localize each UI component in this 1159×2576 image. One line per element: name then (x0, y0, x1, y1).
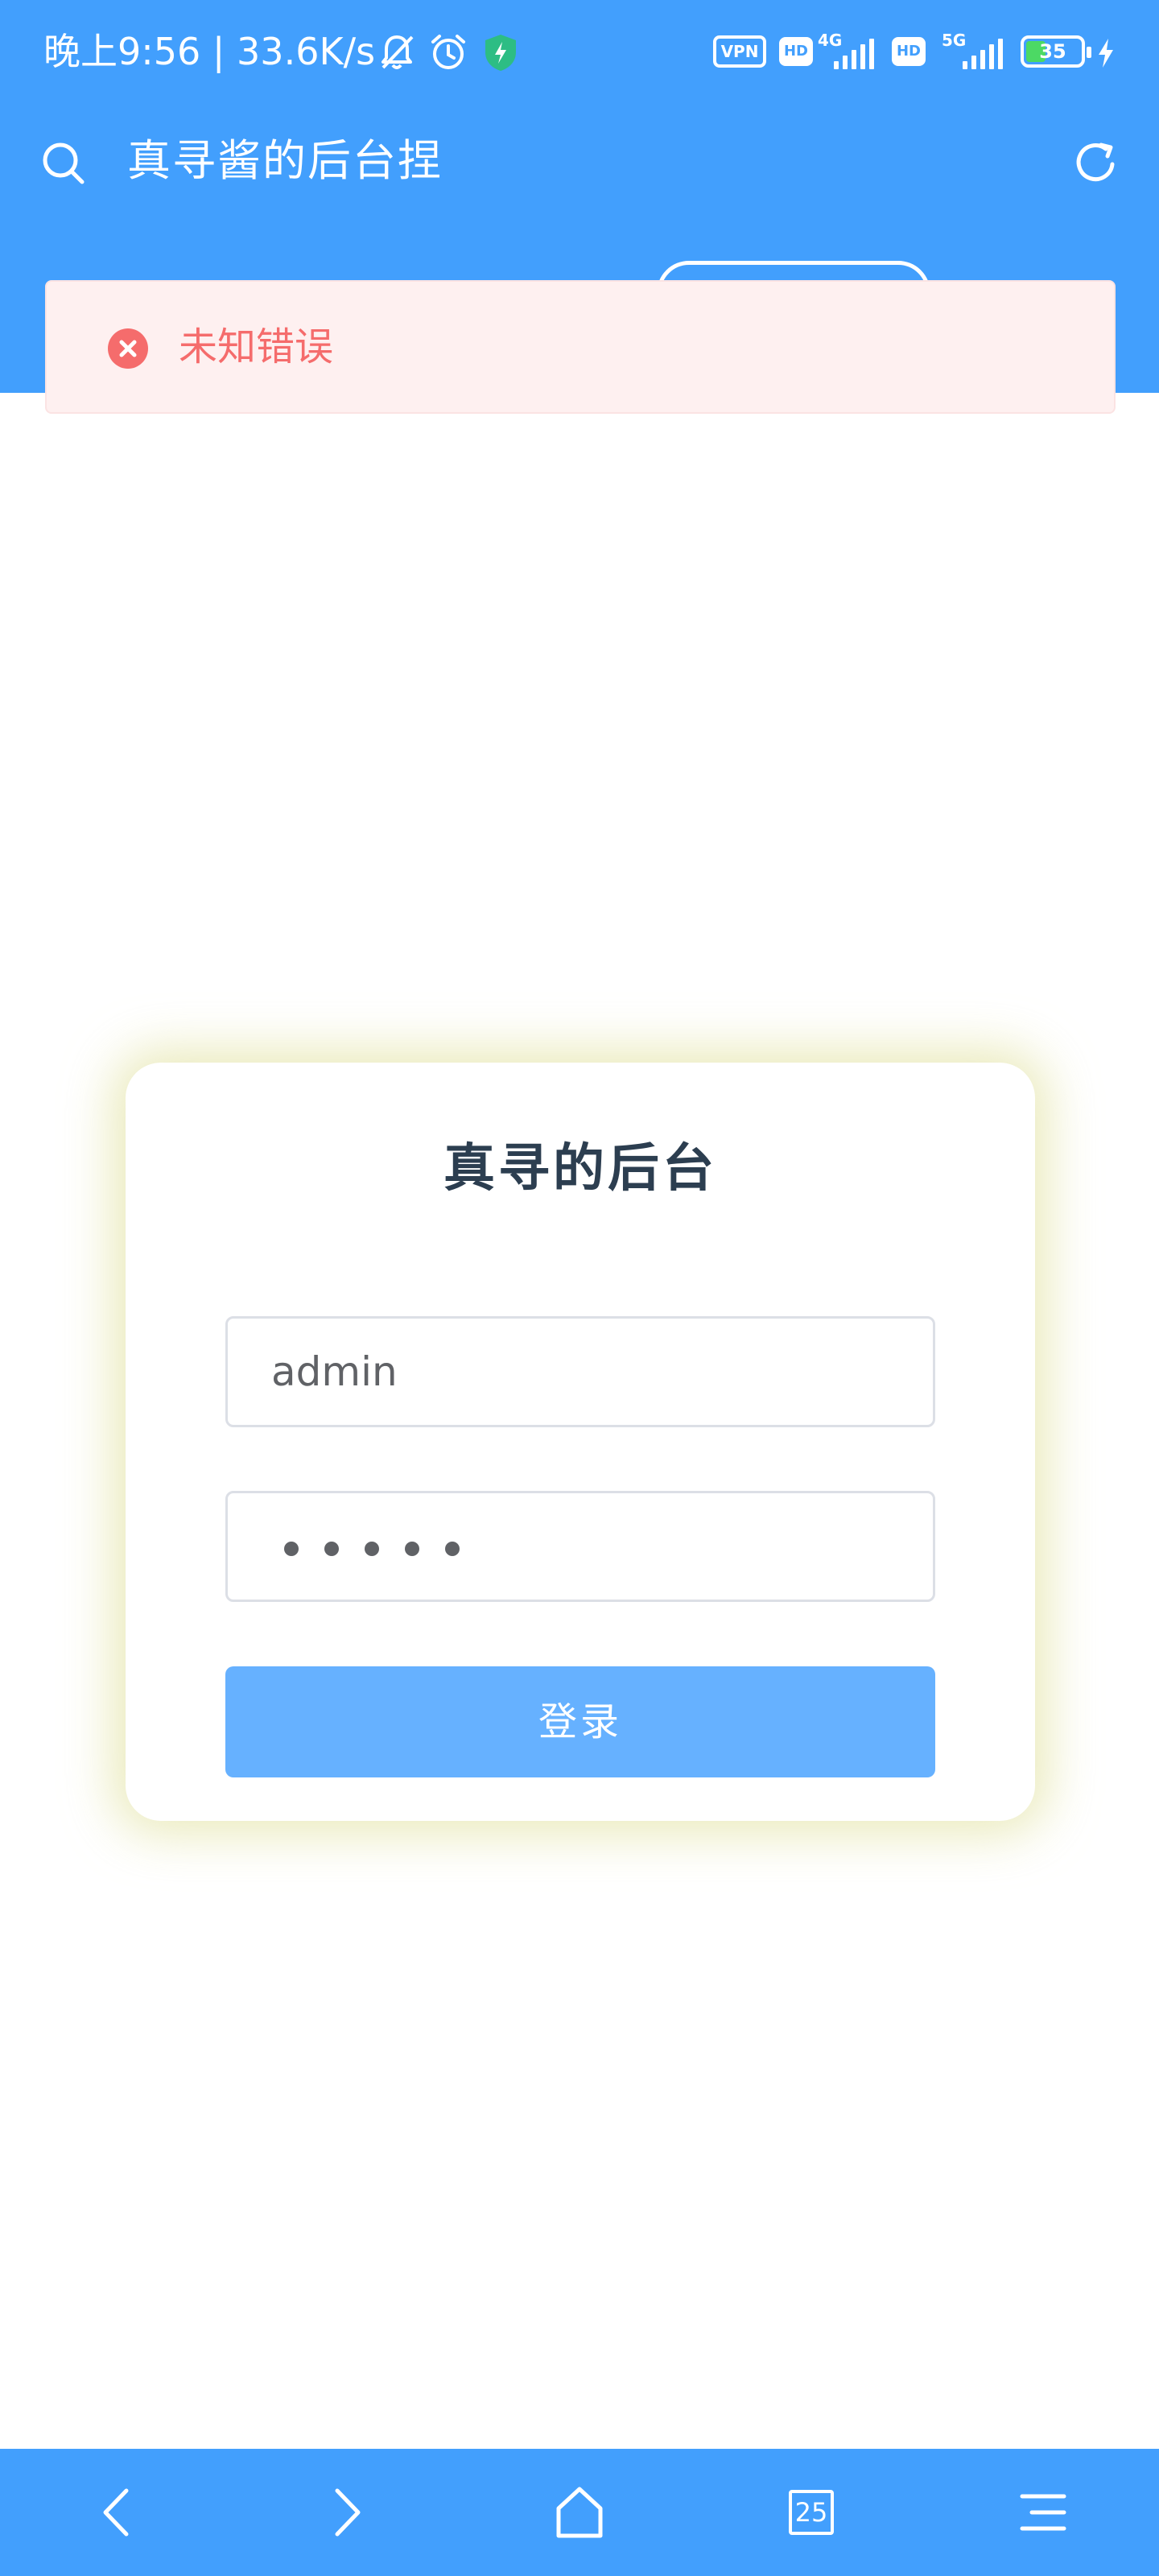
status-bar: 晚上9:56 | 33.6K/s VPN HD 4G HD 5G 35 (0, 0, 1159, 103)
battery-level: 35 (1039, 40, 1066, 63)
password-dot (284, 1542, 299, 1556)
home-button[interactable] (515, 2449, 644, 2576)
username-value: admin (271, 1348, 398, 1395)
browser-address-bar[interactable]: 真寻酱的后台捏 (0, 113, 1159, 209)
home-icon (556, 2487, 603, 2538)
back-arrow-icon (103, 2488, 129, 2537)
login-card: 真寻的后台 admin 登录 (126, 1063, 1035, 1821)
menu-icon (1020, 2494, 1066, 2531)
forward-button[interactable] (283, 2449, 412, 2576)
security-shield-icon (485, 35, 516, 71)
password-dot (405, 1542, 419, 1556)
password-dot (365, 1542, 379, 1556)
login-title: 真寻的后台 (443, 1139, 717, 1199)
bell-muted-icon (382, 35, 414, 69)
password-dot (445, 1542, 460, 1556)
hd-badge-2: HD (892, 37, 926, 66)
battery-icon: 35 (1021, 35, 1091, 68)
error-toast: 未知错误 (45, 280, 1116, 414)
error-message: 未知错误 (179, 324, 334, 369)
vpn-badge: VPN (713, 35, 766, 68)
forward-arrow-icon (335, 2488, 361, 2537)
password-dot (324, 1542, 339, 1556)
signal-icon (834, 37, 874, 69)
password-input[interactable] (225, 1491, 935, 1602)
back-button[interactable] (52, 2449, 180, 2576)
alarm-clock-icon (431, 35, 465, 69)
status-time-speed: 晚上9:56 | 33.6K/s (43, 30, 376, 73)
tabs-button[interactable]: 25 (747, 2449, 876, 2576)
password-mask (284, 1542, 460, 1556)
login-button[interactable]: 登录 (225, 1666, 935, 1777)
browser-bottom-nav: 25 (0, 2449, 1159, 2576)
charging-icon (1099, 39, 1113, 68)
tabs-icon: 25 (789, 2490, 834, 2535)
hd-badge: HD (779, 37, 813, 66)
page-title[interactable]: 真寻酱的后台捏 (127, 132, 443, 190)
username-input[interactable]: admin (225, 1316, 935, 1427)
refresh-icon[interactable] (1070, 137, 1122, 188)
search-icon[interactable] (40, 140, 87, 187)
signal-icon-2 (963, 37, 1003, 69)
close-circle-icon (108, 328, 148, 369)
menu-button[interactable] (979, 2449, 1107, 2576)
